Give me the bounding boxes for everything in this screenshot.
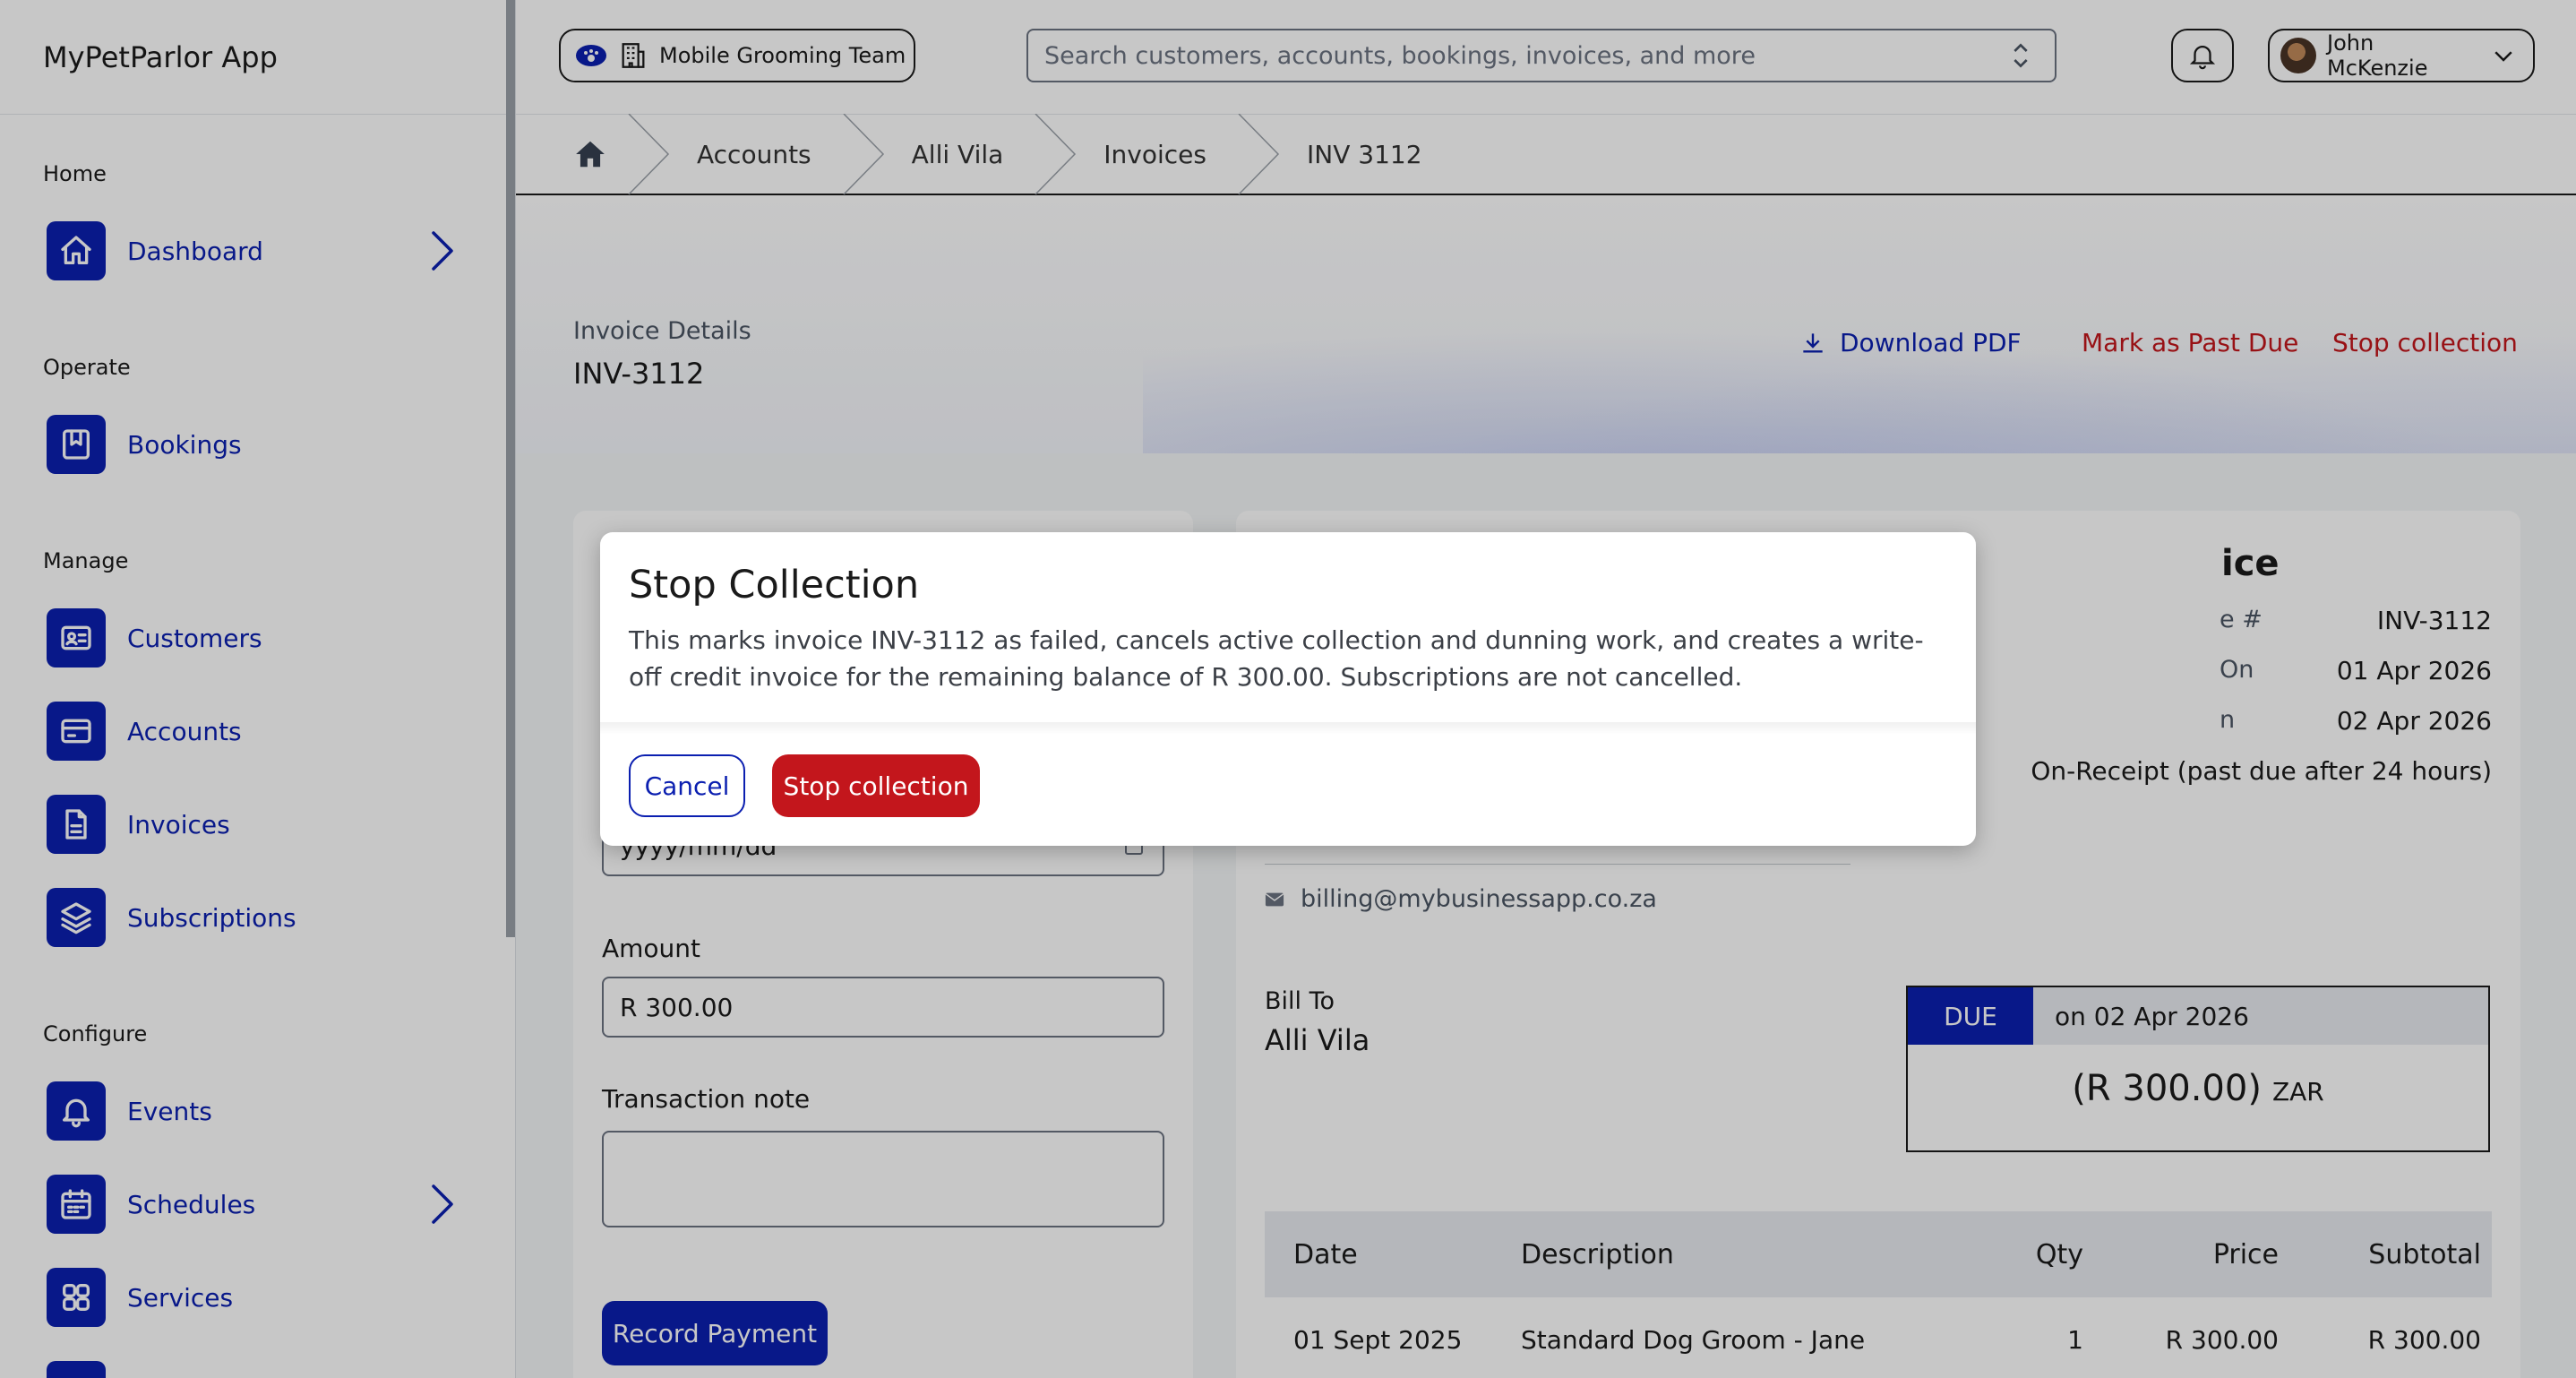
dialog-title: Stop Collection xyxy=(629,563,920,607)
stop-collection-dialog: Stop Collection This marks invoice INV-3… xyxy=(600,532,1976,846)
dialog-divider xyxy=(600,722,1976,735)
dialog-message: This marks invoice INV-3112 as failed, c… xyxy=(629,625,1924,692)
cancel-button[interactable]: Cancel xyxy=(629,754,745,817)
stop-collection-button[interactable]: Stop collection xyxy=(772,754,980,817)
